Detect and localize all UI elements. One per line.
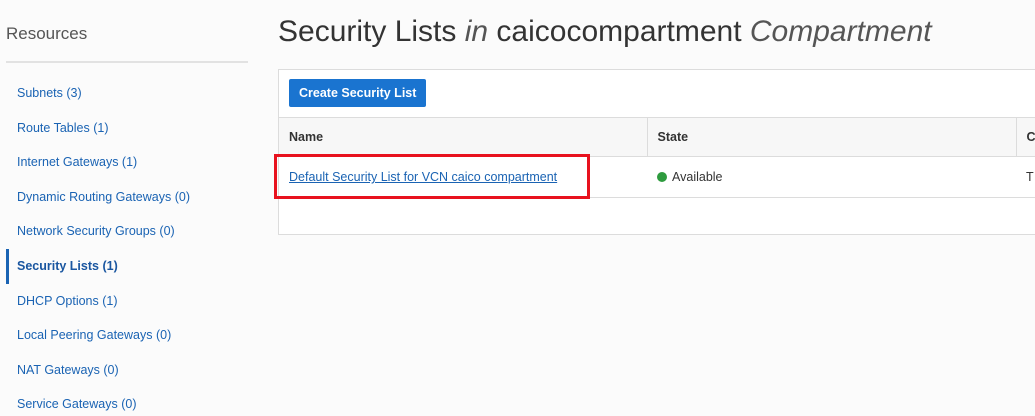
security-list-name-link[interactable]: Default Security List for VCN caico comp… [289,170,557,184]
page-title-main: Security Lists [278,15,465,48]
sidebar-nav: Subnets (3) Route Tables (1) Internet Ga… [6,76,190,416]
sidebar-divider [6,61,248,63]
sidebar-item-dynamic-routing-gateways[interactable]: Dynamic Routing Gateways (0) [6,180,190,215]
sidebar-item-security-lists[interactable]: Security Lists (1) [6,248,190,284]
status-dot-icon [657,172,667,182]
sidebar-item-route-tables[interactable]: Route Tables (1) [6,111,190,146]
column-header-name[interactable]: Name [279,117,648,157]
sidebar-item-nat-gateways[interactable]: NAT Gateways (0) [6,353,190,388]
page-title-suffix: Compartment [749,15,932,48]
sidebar-title: Resources [6,24,88,43]
table-header-row: Name State C [279,117,1035,157]
row-name-cell: Default Security List for VCN caico comp… [279,156,647,198]
page: Resources Subnets (3) Route Tables (1) I… [0,0,1035,416]
row-extra-cell: T [1016,156,1035,198]
sidebar-item-dhcp-options[interactable]: DHCP Options (1) [6,284,190,319]
column-header-truncated[interactable]: C [1016,117,1035,157]
sidebar-item-network-security-groups[interactable]: Network Security Groups (0) [6,214,190,249]
table-row: Default Security List for VCN caico comp… [279,156,1035,198]
row-state-cell: Available [647,156,1016,198]
security-lists-panel: Create Security List Name State C Defaul… [278,69,1035,235]
sidebar-item-service-gateways[interactable]: Service Gateways (0) [6,387,190,416]
security-lists-table: Name State C Default Security List for V… [279,117,1035,198]
sidebar-item-internet-gateways[interactable]: Internet Gateways (1) [6,145,190,180]
resources-sidebar: Resources Subnets (3) Route Tables (1) I… [0,0,250,416]
sidebar-item-local-peering-gateways[interactable]: Local Peering Gateways (0) [6,318,190,353]
page-title-compartment-name: caicocompartment [488,15,750,48]
sidebar-item-subnets[interactable]: Subnets (3) [6,76,190,111]
column-header-state[interactable]: State [647,117,1017,157]
page-title: Security Lists in caicocompartment Compa… [278,15,932,49]
row-state-label: Available [672,170,723,184]
create-security-list-button[interactable]: Create Security List [289,79,427,107]
page-title-in: in [464,15,489,48]
